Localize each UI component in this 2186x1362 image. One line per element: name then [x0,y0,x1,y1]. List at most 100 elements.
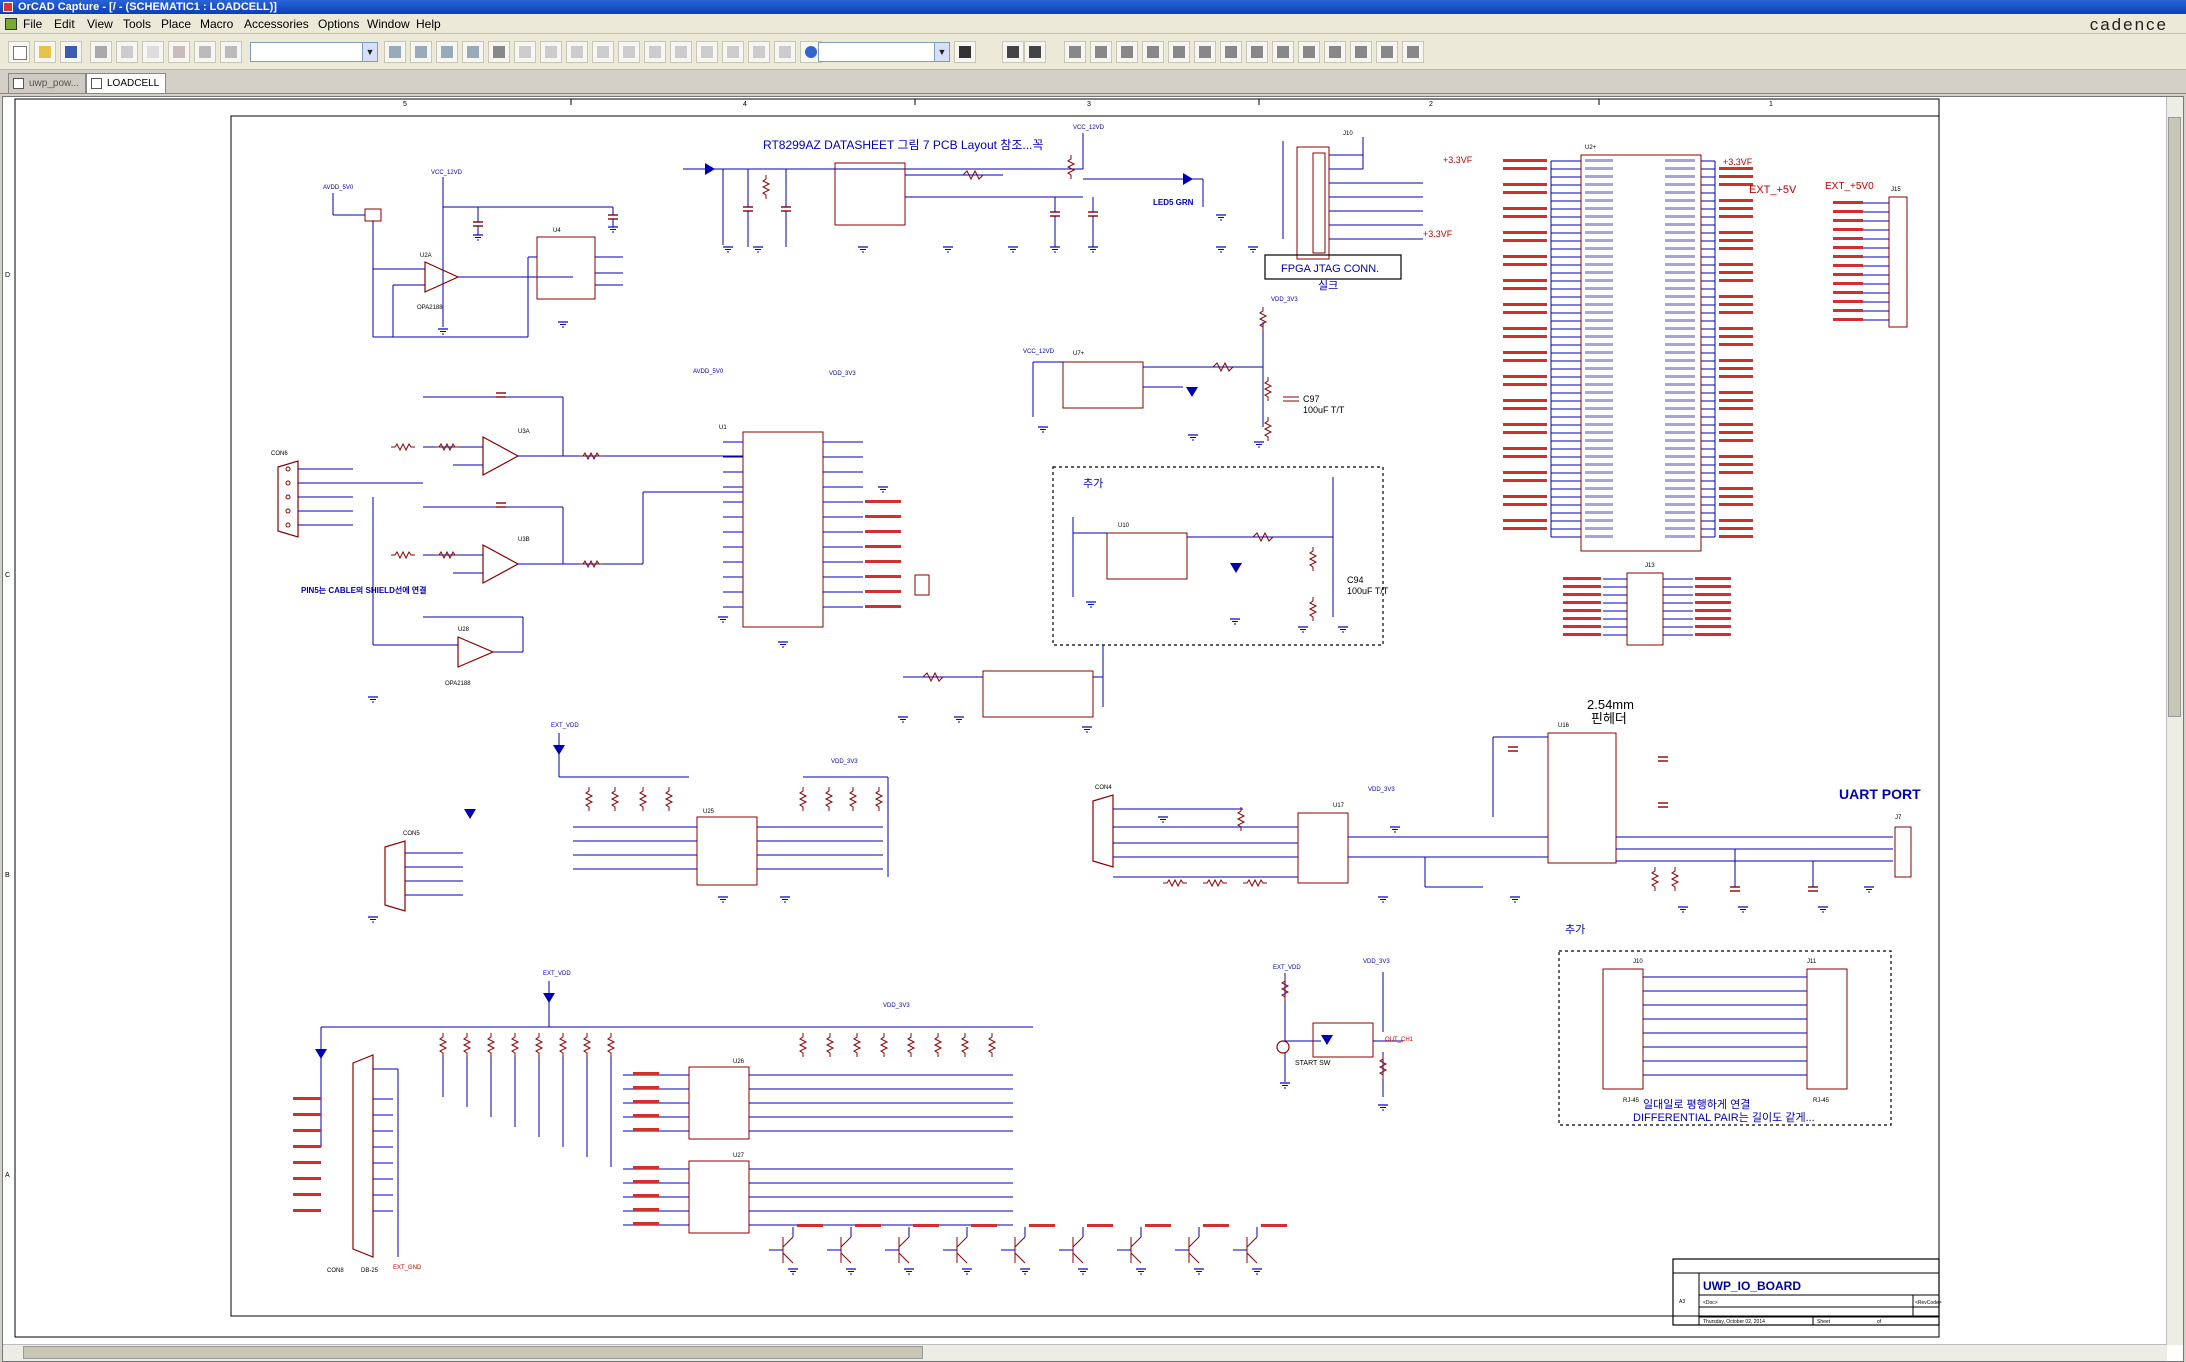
tab-uwp-pow[interactable]: uwp_pow... [8,73,86,93]
bias-w-button[interactable] [1298,41,1320,63]
isolated-dcdc-block[interactable] [897,645,1104,733]
tools-button[interactable] [774,41,796,63]
io-connector-j13[interactable]: J13 [1563,563,1731,646]
menu-file[interactable]: File [20,14,45,34]
part-combo[interactable]: ▼ [250,42,378,62]
annotate-button[interactable] [514,41,536,63]
menu-accessories[interactable]: Accessories [241,14,312,34]
buck-u7-block[interactable]: U7+ VCC_12VD C97 100uF T/T VDD_3V3 [1023,297,1345,448]
ext-connector-j15[interactable]: EXT_+5V0 J15 [1825,181,1908,328]
pin-label-mark [1665,391,1695,394]
pin-label-mark [1585,255,1613,258]
net-label-mark [1719,343,1753,346]
menu-window[interactable]: Window [364,14,413,34]
next-button[interactable] [1024,41,1046,63]
undo-button[interactable] [194,41,216,63]
library-button[interactable] [748,41,770,63]
open-file-button[interactable] [34,41,56,63]
pin-button[interactable] [1402,41,1424,63]
net-label-mark [1695,625,1731,628]
schematic-canvas[interactable]: 5 4 3 2 1 D C B A AVDD_5V0 VCC_12VD U2A … [2,96,2184,1362]
save-button[interactable] [60,41,82,63]
place-part-button[interactable] [1064,41,1086,63]
chevron-down-icon[interactable]: ▼ [934,43,949,61]
chevron-down-icon[interactable]: ▼ [362,43,377,61]
grid-button[interactable] [644,41,666,63]
menu-help[interactable]: Help [413,14,444,34]
zone-label: B [5,872,10,879]
zoom-out-button[interactable] [410,41,432,63]
prev-button[interactable] [1002,41,1024,63]
net-label-mark [1719,335,1753,338]
part-ref: U2A [420,253,432,259]
net-alias-button[interactable] [1350,41,1372,63]
menu-options[interactable]: Options [315,14,362,34]
probe-button[interactable] [1142,41,1164,63]
net-label-mark [1719,407,1753,410]
net-label-mark [1145,1224,1171,1227]
input-buffer-u25-block[interactable]: EXT_VDD U25 VDD_3V3 CON5 [367,723,889,923]
title-block: UWP_IO_BOARD A3 <Doc> <RevCode> Thursday… [1672,1258,1942,1326]
bom-button[interactable] [618,41,640,63]
fpga-header-block[interactable]: U2+ +3.3VF EXT_+5V [1503,145,1797,552]
place-wire-button[interactable] [1090,41,1112,63]
net-label-mark [1695,617,1731,620]
vertical-scrollbar[interactable] [2166,97,2183,1345]
adc-u1-block[interactable]: U1 AVDD_5V0 VDD_3V3 [623,369,930,648]
simulate-button[interactable] [1116,41,1138,63]
cut-button[interactable] [116,41,138,63]
paste-button[interactable] [168,41,190,63]
zoom-area-icon [441,46,453,58]
resistor-symbol [934,1032,942,1058]
menu-edit[interactable]: Edit [51,14,78,34]
sensor-opamp-block[interactable]: AVDD_5V0 VCC_12VD U2A OPA2188 U4 [323,170,623,338]
drc-button[interactable] [540,41,562,63]
pin-label-mark [1585,487,1613,490]
layout-button[interactable] [722,41,744,63]
net-label-mark [1503,167,1547,170]
scroll-thumb[interactable] [2168,117,2181,717]
scroll-thumb[interactable] [23,1346,923,1359]
power-marker-button[interactable] [1220,41,1242,63]
settings-button[interactable] [1376,41,1398,63]
new-file-button[interactable] [8,41,30,63]
voltage-marker-button[interactable] [1168,41,1190,63]
document-menu-icon[interactable] [5,18,17,30]
loadcell-input-block[interactable]: CON6 U3A U3B PIN5는 CABLE의 SHIELD선에 연결 U2… [271,392,623,703]
pin-label-mark [1665,223,1695,226]
zoom-all-button[interactable] [462,41,484,63]
jtag-connector[interactable]: J10 +3.3VF +3.3VF FPGA JTAG CONN. 실크 [1215,131,1473,292]
schematic-drawing[interactable]: 5 4 3 2 1 D C B A AVDD_5V0 VCC_12VD U2A … [3,97,2167,1345]
rs485-block[interactable]: CON4 U17 VDD_3V3 2.54mm 핀헤더 U16 UART POR… [1092,697,1921,913]
bias-i-button[interactable] [1272,41,1294,63]
view-button[interactable] [488,41,510,63]
net-label-mark [1695,633,1731,636]
output-driver-block[interactable]: EXT_VDD CON8 DB-25 U26 U27 VDD_3V3 EXT_G… [293,971,1287,1275]
net-label-mark [1719,535,1753,538]
hierarchy-button[interactable] [670,41,692,63]
differential-pair-block[interactable]: 추가 J10 J11 RJ-45 RJ-45 일대일로 평행하게 연결 DIFF… [1558,923,1892,1126]
current-marker-button[interactable] [1194,41,1216,63]
menu-place[interactable]: Place [158,14,194,34]
rt8299-buck-block[interactable]: RT8299AZ DATASHEET 그림 7 PCB Layout 참조...… [683,125,1227,253]
net-label: VCC_12VD [1073,125,1105,131]
netlist-button[interactable] [566,41,588,63]
info-button[interactable] [1324,41,1346,63]
zoom-in-button[interactable] [384,41,406,63]
find-button[interactable] [954,41,976,63]
snap-grid-button[interactable] [696,41,718,63]
print-button[interactable] [90,41,112,63]
tab-loadcell[interactable]: LOADCELL [86,73,166,93]
bias-v-button[interactable] [1246,41,1268,63]
menu-view[interactable]: View [84,14,116,34]
copy-button[interactable] [142,41,164,63]
menu-macro[interactable]: Macro [197,14,236,34]
search-combo[interactable]: ▼ [818,42,950,62]
start-switch-block[interactable]: EXT_VDD START SW VDD_3V3 OUT_CH1 [1273,959,1414,1111]
crossref-button[interactable] [592,41,614,63]
redo-button[interactable] [220,41,242,63]
horizontal-scrollbar[interactable] [3,1344,2167,1361]
added-buck-block[interactable]: 추가 U10 C94 100uF T/T [1052,466,1389,646]
menu-tools[interactable]: Tools [120,14,154,34]
zoom-area-button[interactable] [436,41,458,63]
